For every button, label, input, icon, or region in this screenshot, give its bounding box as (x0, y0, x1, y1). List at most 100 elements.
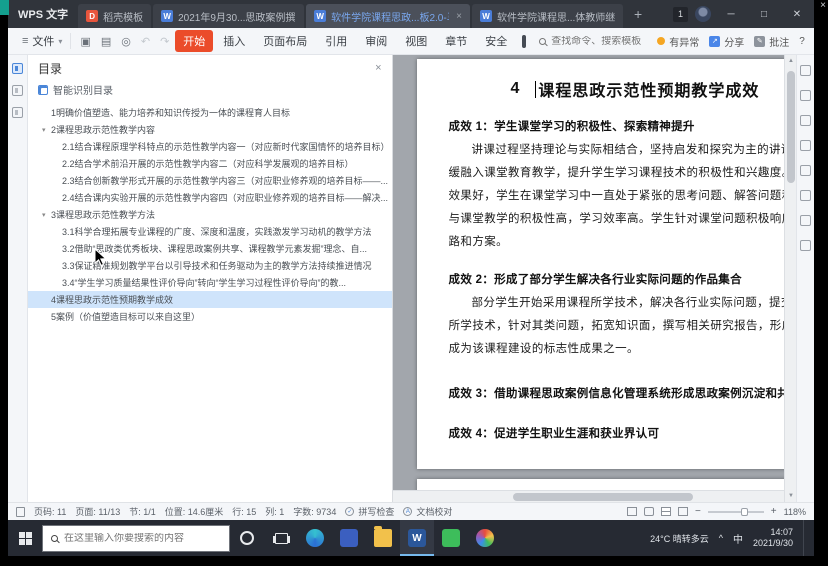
scroll-down-icon[interactable]: ▼ (785, 490, 796, 502)
sync-status[interactable]: 有异常 (657, 34, 699, 49)
search-pane-icon[interactable] (12, 107, 23, 118)
toolbox-icon[interactable] (522, 35, 526, 48)
sidebar-tool-icon[interactable] (800, 240, 811, 251)
document-canvas[interactable]: 4 课程思政示范性预期教学成效 成效 1：学生课堂学习的积极性、探索精神提升 讲… (393, 55, 796, 502)
toc-item[interactable]: 2.1结合课程原理学科特点的示范性教学内容一（对应新时代家国情怀的培养目标） (28, 138, 392, 155)
zoom-level[interactable]: 118% (784, 507, 806, 517)
edge-app-button[interactable] (298, 520, 332, 556)
zoom-slider-thumb[interactable] (741, 508, 748, 516)
weather-widget[interactable]: 24°C 晴转多云 (650, 532, 709, 545)
zoom-out-icon[interactable]: − (695, 506, 701, 517)
spellcheck-button[interactable]: ✓ 拼写检查 (345, 505, 394, 518)
document-page[interactable]: 4 课程思政示范性预期教学成效 成效 1：学生课堂学习的积极性、探索精神提升 讲… (417, 59, 796, 469)
notification-badge[interactable]: 1 (673, 7, 688, 22)
share-button[interactable]: ↗ 分享 (709, 34, 744, 49)
tab-close-icon[interactable]: × (456, 11, 462, 22)
new-tab-button[interactable]: + (625, 0, 651, 28)
tab-section[interactable]: 章节 (437, 30, 475, 52)
outline-view-icon[interactable] (678, 507, 688, 516)
toc-item[interactable]: 2.2结合学术前沿开展的示范性教学内容二（对应科学发展观的培养目标） (28, 155, 392, 172)
vertical-scroll-thumb[interactable] (787, 71, 795, 183)
read-mode-view-icon[interactable] (644, 507, 654, 516)
document-tab[interactable]: W 软件学院课程思...体教师继续完善 (472, 4, 623, 28)
expand-caret-icon[interactable]: ▾ (42, 126, 51, 134)
tab-home[interactable]: 开始 (175, 30, 213, 52)
tab-references[interactable]: 引用 (317, 30, 355, 52)
sidebar-tool-icon[interactable] (800, 90, 811, 101)
green-app-button[interactable] (434, 520, 468, 556)
photos-app-button[interactable] (468, 520, 502, 556)
maximize-button[interactable]: □ (751, 0, 777, 28)
taskbar-search-input[interactable] (64, 533, 214, 544)
print-icon[interactable]: ▤ (97, 35, 115, 48)
smart-toc-button[interactable]: 智能识别目录 (38, 82, 113, 97)
tab-page-layout[interactable]: 页面布局 (255, 30, 315, 52)
save-icon[interactable]: ▣ (76, 35, 94, 48)
document-tab-active[interactable]: W 软件学院课程思政...板2.0-马春燕 × (306, 4, 470, 28)
minimize-button[interactable]: ─ (718, 0, 744, 28)
tab-view[interactable]: 视图 (397, 30, 435, 52)
expand-caret-icon[interactable]: ▾ (42, 211, 51, 219)
document-tab[interactable]: D 稻壳模板 (78, 4, 151, 28)
undo-icon[interactable]: ↶ (137, 35, 154, 48)
sidebar-tool-icon[interactable] (800, 115, 811, 126)
file-explorer-button[interactable] (366, 520, 400, 556)
tab-review[interactable]: 审阅 (357, 30, 395, 52)
body-line: 缓融入课堂教育教学，提升学生学习课程技术的积极性和兴趣度。课堂气氛活 (449, 162, 796, 185)
sidebar-tool-icon[interactable] (800, 140, 811, 151)
toc-item-selected[interactable]: 4课程思政示范性预期教学成效 (28, 291, 392, 308)
start-button[interactable] (8, 520, 42, 556)
zoom-in-icon[interactable]: + (771, 506, 777, 517)
outline-pane-icon[interactable] (12, 63, 23, 74)
toc-item[interactable]: 2.4结合课内实验开展的示范性教学内容四（对应职业修养观的培养目标——解决... (28, 189, 392, 206)
toc-item[interactable]: 3.4“学生学习质量结果性评价导向”转向“学生学习过程性评价导向”的教... (28, 274, 392, 291)
horizontal-scrollbar[interactable] (393, 490, 784, 502)
web-layout-view-icon[interactable] (661, 507, 671, 516)
toc-item[interactable]: 2.3结合创新教学形式开展的示范性教学内容三（对应职业修养观的培养目标——... (28, 172, 392, 189)
file-menu[interactable]: ≡ 文件 ▾ (14, 33, 71, 49)
toc-item[interactable]: ▾3课程思政示范性教学方法 (28, 206, 392, 223)
toc-item[interactable]: 1明确价值塑造、能力培养和知识传授为一体的课程育人目标 (28, 104, 392, 121)
ime-indicator[interactable]: 中 (733, 531, 743, 546)
taskbar-search[interactable] (42, 525, 230, 552)
toc-item[interactable]: 3.3保证精准规划教学平台以引导技术和任务驱动为主的教学方法持续推进情况 (28, 257, 392, 274)
zoom-slider[interactable] (708, 511, 764, 513)
print-preview-icon[interactable]: ◎ (117, 35, 135, 48)
sidebar-tool-icon[interactable] (800, 65, 811, 76)
status-word-count[interactable]: 字数: 9734 (293, 505, 336, 518)
sidebar-tool-icon[interactable] (800, 165, 811, 176)
toc-item[interactable]: ▾2课程思政示范性教学内容 (28, 121, 392, 138)
toc-item-label: 3.4“学生学习质量结果性评价导向”转向“学生学习过程性评价导向”的教... (62, 276, 346, 289)
scroll-up-icon[interactable]: ▲ (785, 55, 796, 67)
show-desktop-button[interactable] (803, 520, 806, 556)
wps-writer-button[interactable]: W (400, 520, 434, 556)
sidebar-tool-icon[interactable] (800, 190, 811, 201)
tab-security[interactable]: 安全 (477, 30, 515, 52)
toc-item[interactable]: 5案例（价值塑造目标可以来自这里） (28, 308, 392, 325)
proofread-button[interactable]: A 文档校对 (403, 505, 452, 518)
document-tab[interactable]: W 2021年9月30...思政案例撰写专题会 (153, 4, 304, 28)
bookmark-pane-icon[interactable] (12, 85, 23, 96)
sidebar-tool-icon[interactable] (800, 215, 811, 226)
task-view-button[interactable] (264, 520, 298, 556)
account-avatar[interactable] (695, 6, 711, 22)
overlay-close-icon[interactable]: × (820, 1, 826, 11)
close-icon[interactable]: × (375, 62, 381, 74)
tab-insert[interactable]: 插入 (215, 30, 253, 52)
right-pane-toolbar (796, 55, 814, 502)
toc-item[interactable]: 3.1科学合理拓展专业课程的广度、深度和温度，实践激发学习动机的教学方法 (28, 223, 392, 240)
command-search-input[interactable] (551, 36, 655, 47)
vertical-scrollbar[interactable]: ▲ ▼ (784, 55, 796, 502)
toc-item[interactable]: 3.2借助“思政类优秀板块、课程思政案例共享、课程教学元素发掘”理念、自... (28, 240, 392, 257)
comment-button[interactable]: ✎ 批注 (754, 34, 789, 49)
clock[interactable]: 14:07 2021/9/30 (753, 527, 793, 550)
print-layout-view-icon[interactable] (627, 507, 637, 516)
blue-app-button[interactable] (332, 520, 366, 556)
tray-expand-icon[interactable]: ^ (719, 533, 723, 543)
close-button[interactable]: ✕ (784, 0, 810, 28)
horizontal-scroll-thumb[interactable] (513, 493, 693, 501)
redo-icon[interactable]: ↷ (156, 35, 173, 48)
cortana-button[interactable] (230, 520, 264, 556)
help-button[interactable]: ? (799, 36, 805, 47)
command-search[interactable] (539, 36, 655, 47)
